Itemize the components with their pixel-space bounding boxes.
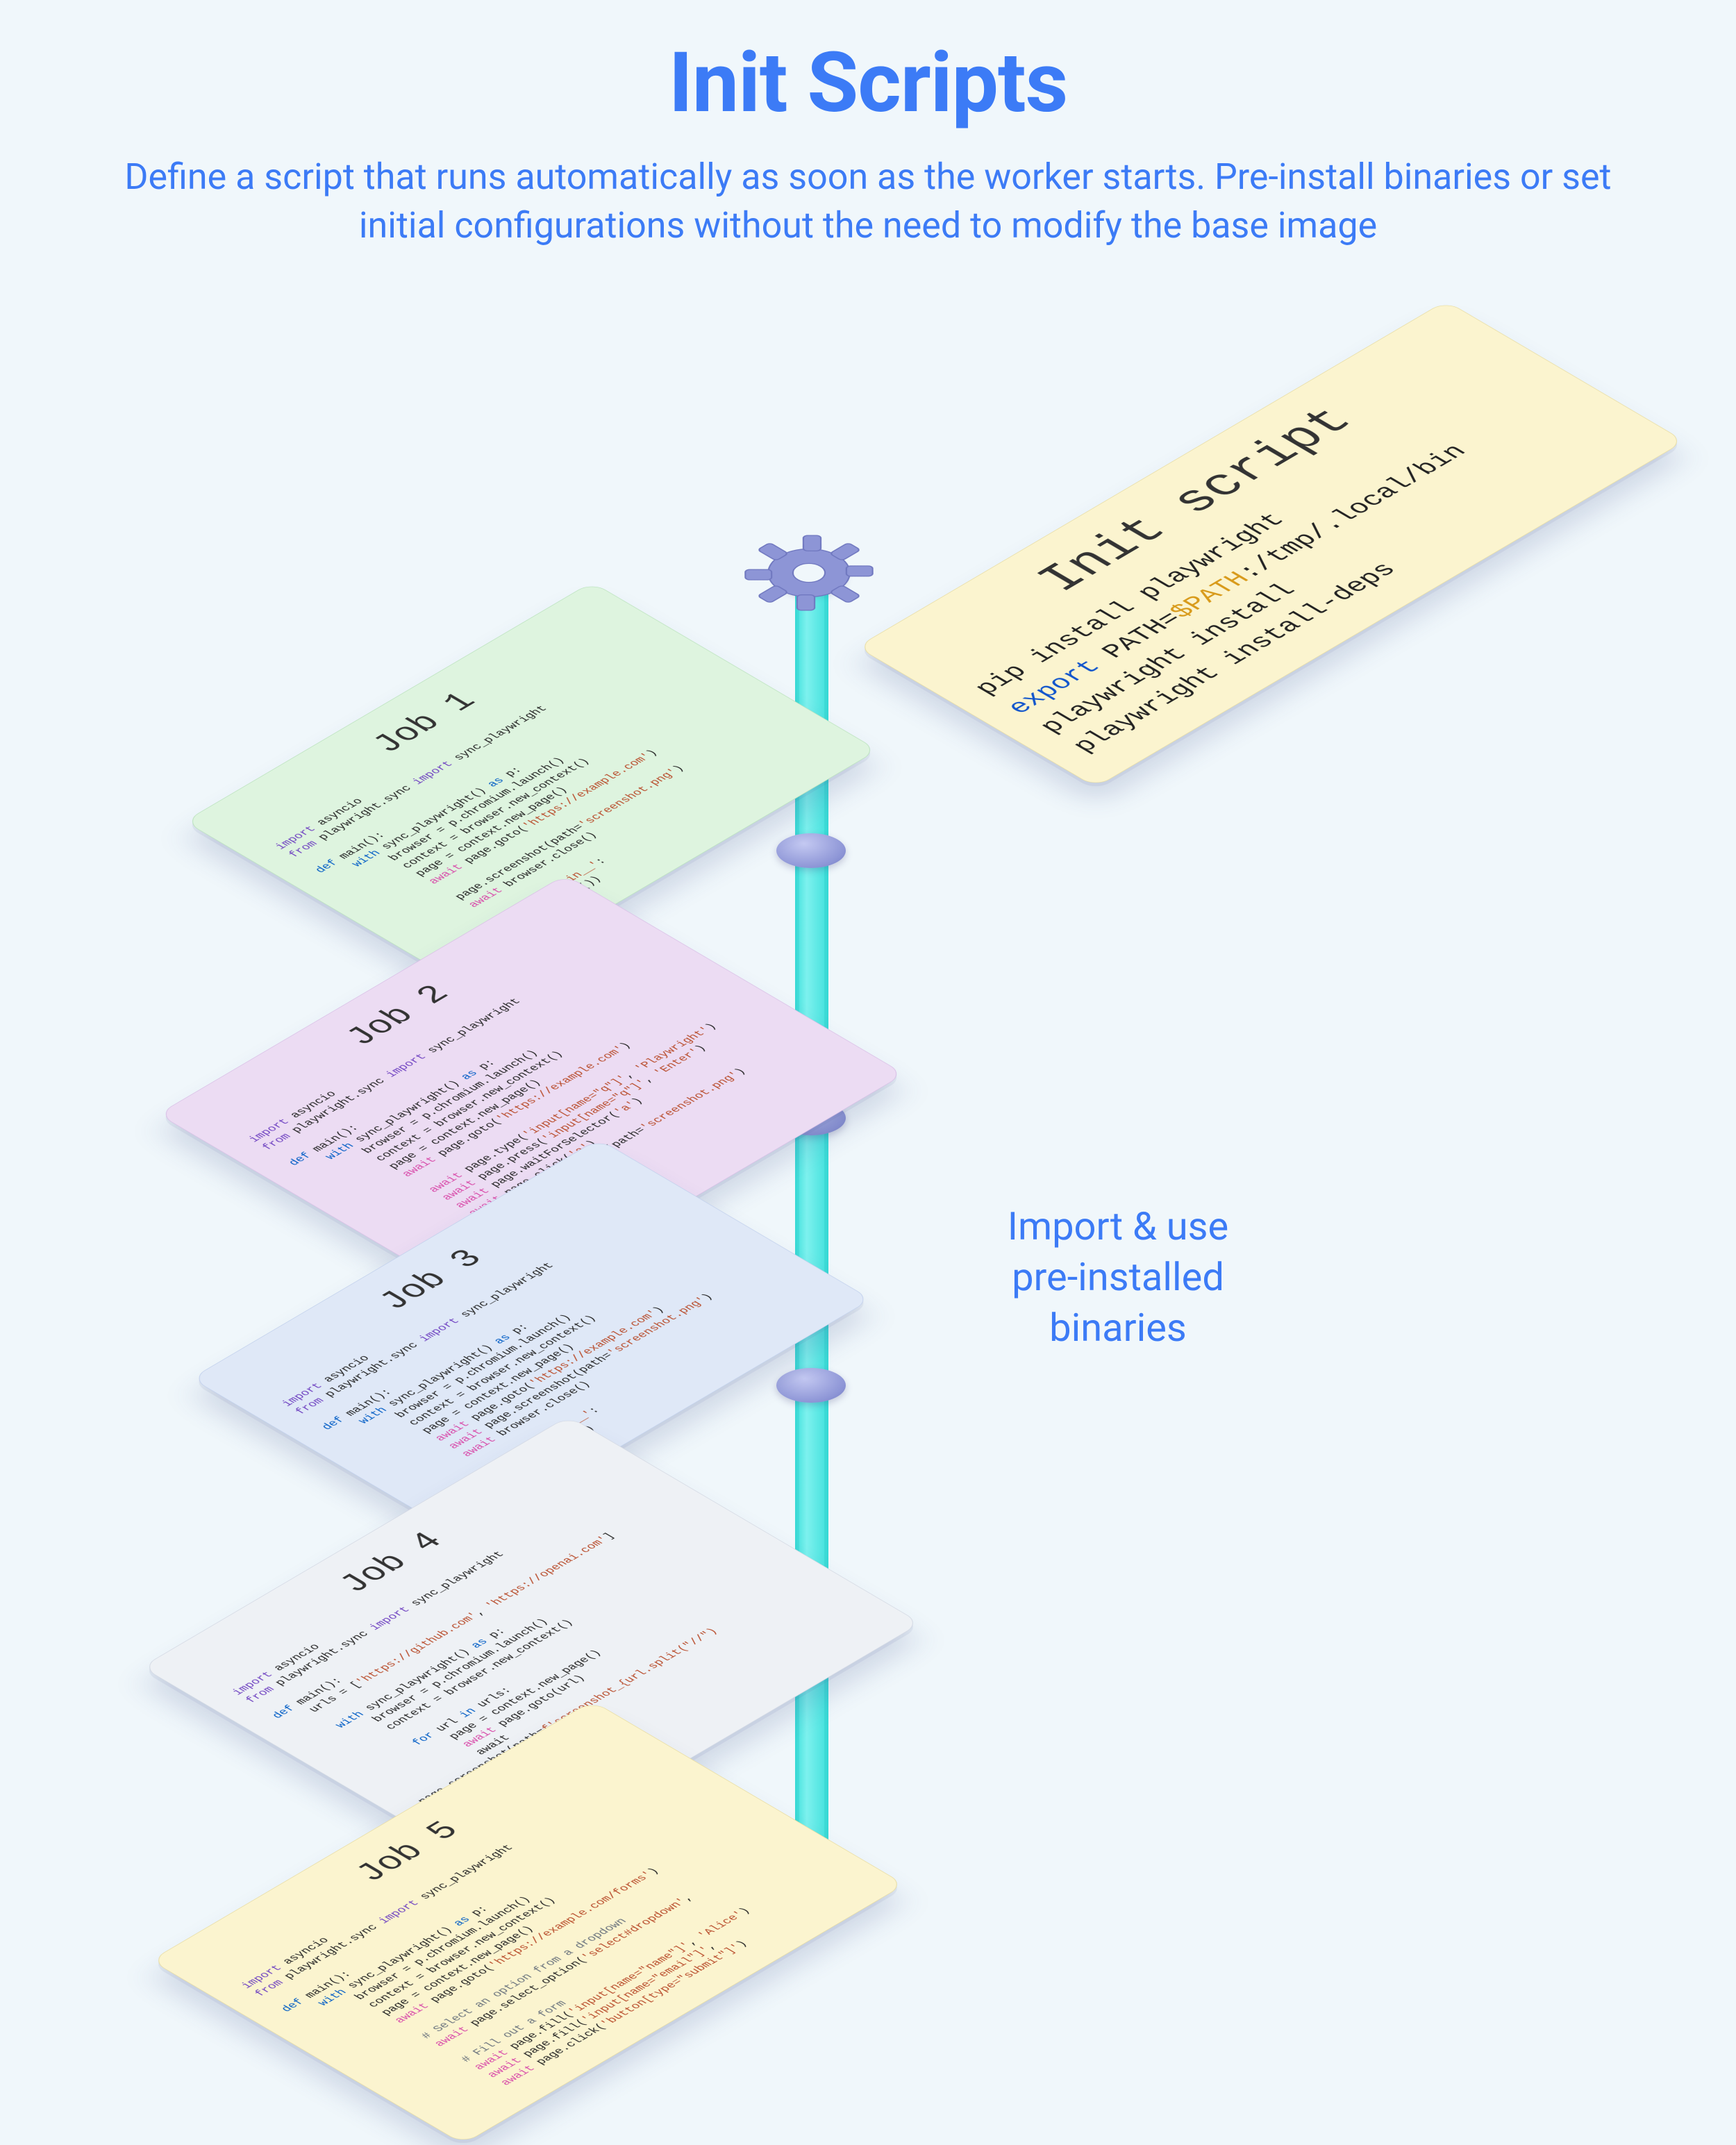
- gear-icon: [706, 512, 912, 634]
- job-card-5: Job 5 import asyncio from playwright.syn…: [151, 1701, 905, 2144]
- init-script-card: Init script pip install playwright expor…: [857, 301, 1685, 787]
- annotation-text: Import & use pre-installed binaries: [944, 1201, 1292, 1353]
- page-subtitle: Define a script that runs automatically …: [104, 153, 1632, 250]
- diagram-stage: Init script pip install playwright expor…: [0, 507, 1736, 1896]
- pole-node: [776, 833, 846, 868]
- job-card-code: import asyncio from playwright.sync impo…: [237, 1752, 857, 2116]
- pole-node: [776, 1368, 846, 1403]
- page-title: Init Scripts: [0, 35, 1736, 132]
